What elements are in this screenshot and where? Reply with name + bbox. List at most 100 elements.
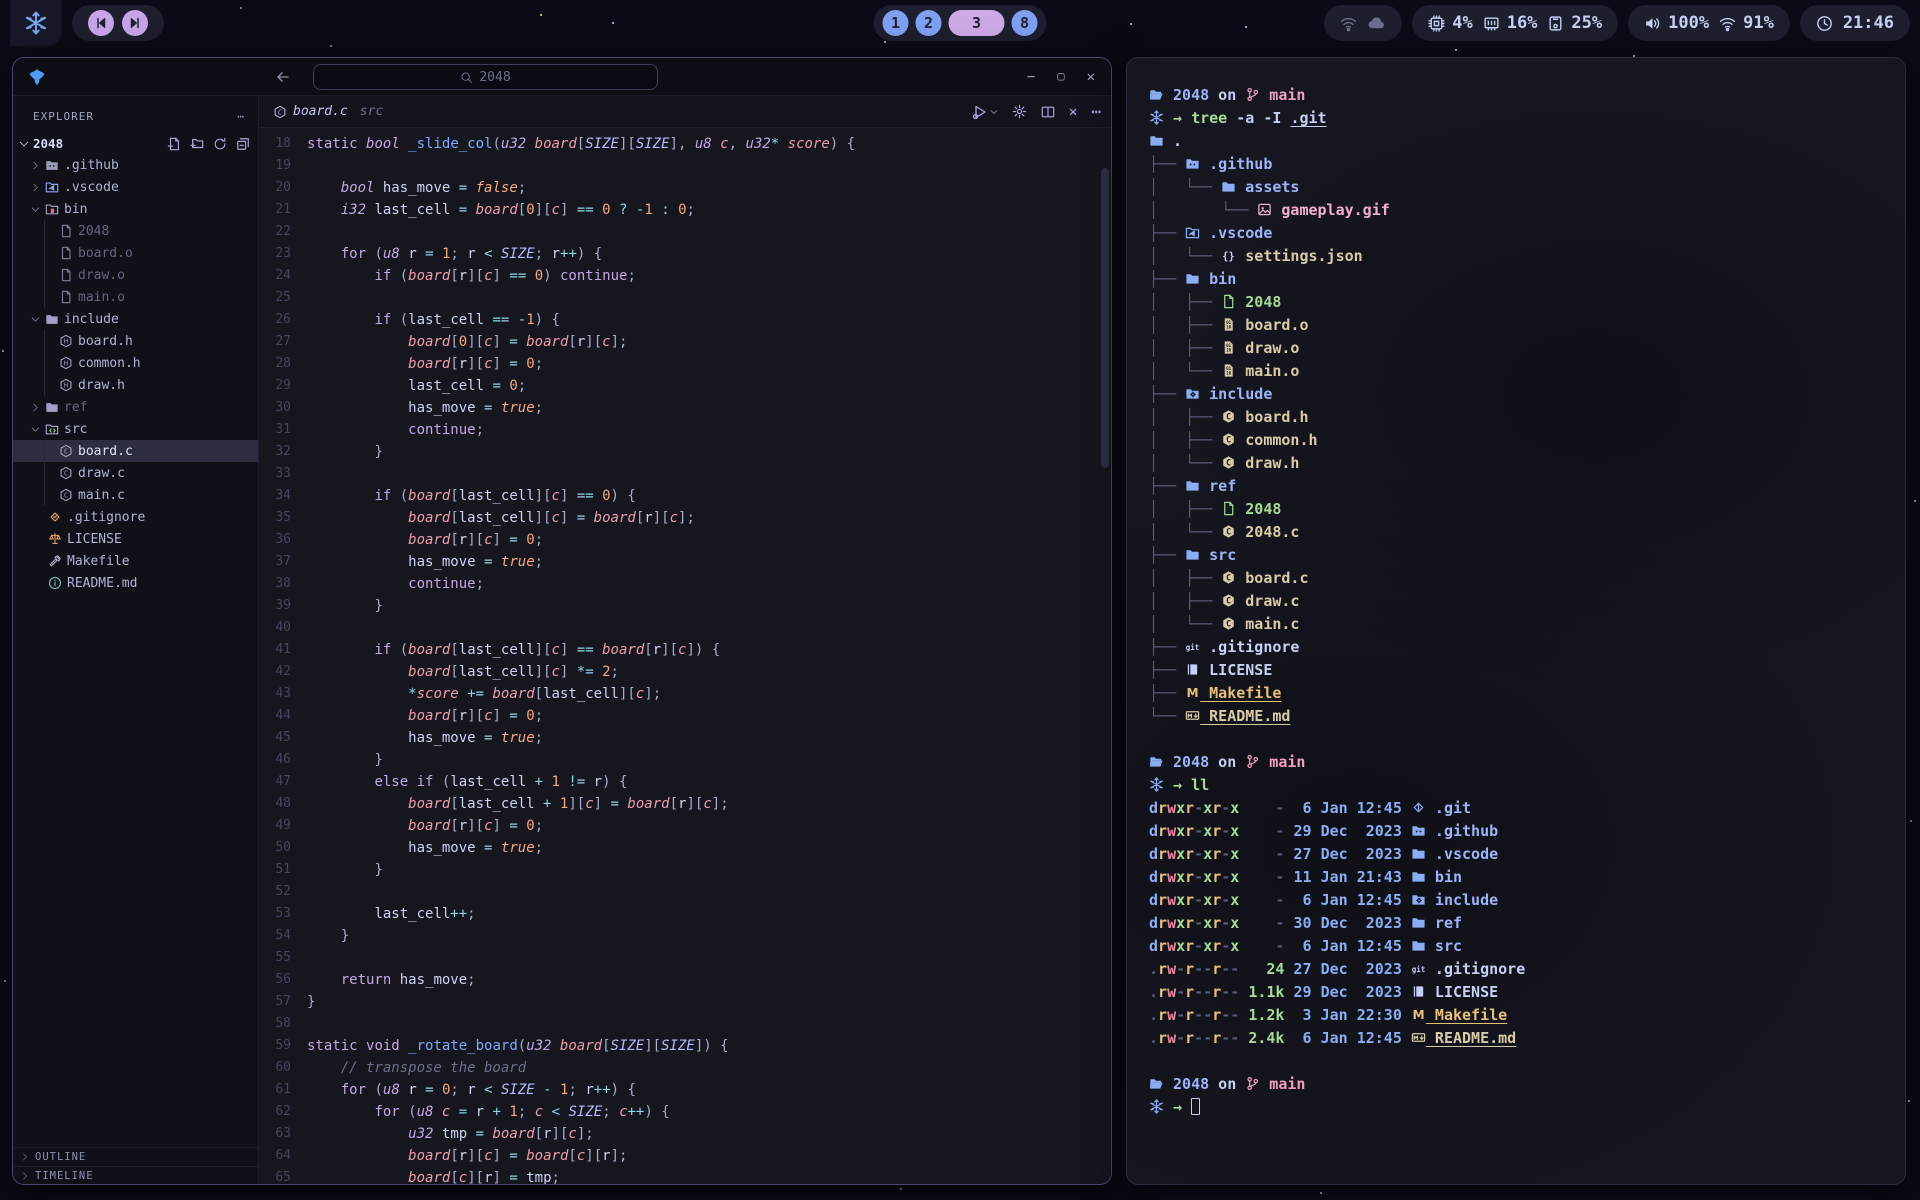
explorer-item-draw-o[interactable]: draw.o [13, 264, 258, 286]
explorer-item-vscode[interactable]: .vscode [13, 176, 258, 198]
code-line-44[interactable]: 44 board[r][c] = 0; [259, 705, 1111, 727]
code-line-52[interactable]: 52 [259, 881, 1111, 903]
editor-more-actions-button[interactable]: ⋯ [1091, 102, 1101, 121]
code-line-28[interactable]: 28 board[r][c] = 0; [259, 353, 1111, 375]
explorer-item-board-h[interactable]: Hboard.h [13, 330, 258, 352]
line-number: 38 [259, 573, 307, 595]
code-line-59[interactable]: 59static void _rotate_board(u32 board[SI… [259, 1035, 1111, 1057]
code-line-63[interactable]: 63 u32 tmp = board[r][c]; [259, 1123, 1111, 1145]
new-folder-button[interactable] [190, 137, 204, 151]
media-prev-button[interactable] [88, 10, 114, 36]
code-line-49[interactable]: 49 board[r][c] = 0; [259, 815, 1111, 837]
code-line-56[interactable]: 56 return has_move; [259, 969, 1111, 991]
code-line-24[interactable]: 24 if (board[r][c] == 0) continue; [259, 265, 1111, 287]
workspace-3-active[interactable]: 3 [949, 10, 1005, 36]
code-line-22[interactable]: 22 [259, 221, 1111, 243]
code-line-60[interactable]: 60 // transpose the board [259, 1057, 1111, 1079]
maximize-button[interactable]: ▢ [1057, 69, 1064, 85]
code-line-40[interactable]: 40 [259, 617, 1111, 639]
sidebar-section-outline[interactable]: OUTLINE [13, 1147, 258, 1166]
code-line-27[interactable]: 27 board[0][c] = board[r][c]; [259, 331, 1111, 353]
code-line-36[interactable]: 36 board[r][c] = 0; [259, 529, 1111, 551]
code-line-32[interactable]: 32 } [259, 441, 1111, 463]
code-line-23[interactable]: 23 for (u8 r = 1; r < SIZE; r++) { [259, 243, 1111, 265]
new-file-button[interactable] [167, 137, 181, 151]
explorer-item-src[interactable]: src [13, 418, 258, 440]
code-line-34[interactable]: 34 if (board[last_cell][c] == 0) { [259, 485, 1111, 507]
code-line-64[interactable]: 64 board[r][c] = board[c][r]; [259, 1145, 1111, 1167]
code-editor[interactable]: 18static bool _slide_col(u32 board[SIZE]… [259, 128, 1111, 1185]
code-line-29[interactable]: 29 last_cell = 0; [259, 375, 1111, 397]
workspace-2[interactable]: 2 [916, 10, 942, 36]
explorer-item-include[interactable]: include [13, 308, 258, 330]
code-line-37[interactable]: 37 has_move = true; [259, 551, 1111, 573]
code-line-26[interactable]: 26 if (last_cell == -1) { [259, 309, 1111, 331]
explorer-item-draw-c[interactable]: Cdraw.c [13, 462, 258, 484]
workspace-1[interactable]: 1 [883, 10, 909, 36]
explorer-item-LICENSE[interactable]: LICENSE [13, 528, 258, 550]
code-line-33[interactable]: 33 [259, 463, 1111, 485]
code-line-31[interactable]: 31 continue; [259, 419, 1111, 441]
sidebar-section-timeline[interactable]: TIMELINE [13, 1166, 258, 1185]
vscode-titlebar[interactable]: 2048 − ▢ ✕ [13, 58, 1111, 96]
code-line-54[interactable]: 54 } [259, 925, 1111, 947]
close-editor-button[interactable]: ✕ [1069, 104, 1077, 120]
minimize-button[interactable]: − [1027, 69, 1035, 85]
explorer-item-Makefile[interactable]: Makefile [13, 550, 258, 572]
code-line-55[interactable]: 55 [259, 947, 1111, 969]
code-line-47[interactable]: 47 else if (last_cell + 1 != r) { [259, 771, 1111, 793]
code-line-38[interactable]: 38 continue; [259, 573, 1111, 595]
split-editor-button[interactable] [1041, 105, 1055, 119]
tray-network-pill[interactable] [1324, 5, 1402, 41]
explorer-item-common-h[interactable]: Hcommon.h [13, 352, 258, 374]
explorer-more-actions-button[interactable]: ⋯ [237, 110, 244, 123]
explorer-item-2048[interactable]: 2048 [13, 220, 258, 242]
explorer-root-folder[interactable]: 2048 [13, 133, 258, 154]
nav-back-button[interactable] [275, 69, 291, 85]
terminal-window[interactable]: 2048 on main → tree -a -I .git .├── .git… [1126, 57, 1906, 1185]
code-line-46[interactable]: 46 } [259, 749, 1111, 771]
tab-board-c[interactable]: C board.c src [273, 104, 383, 119]
code-line-50[interactable]: 50 has_move = true; [259, 837, 1111, 859]
explorer-item-gitignore[interactable]: .gitignore [13, 506, 258, 528]
collapse-all-button[interactable] [236, 137, 250, 151]
command-center-search[interactable]: 2048 [313, 64, 658, 90]
workspace-8[interactable]: 8 [1012, 10, 1038, 36]
code-line-21[interactable]: 21 i32 last_cell = board[0][c] == 0 ? -1… [259, 199, 1111, 221]
explorer-item-board-o[interactable]: board.o [13, 242, 258, 264]
media-next-button[interactable] [122, 10, 148, 36]
run-button[interactable] [972, 104, 998, 120]
code-line-61[interactable]: 61 for (u8 r = 0; r < SIZE - 1; r++) { [259, 1079, 1111, 1101]
code-line-43[interactable]: 43 *score += board[last_cell][c]; [259, 683, 1111, 705]
code-line-30[interactable]: 30 has_move = true; [259, 397, 1111, 419]
code-line-58[interactable]: 58 [259, 1013, 1111, 1035]
explorer-item-bin[interactable]: bin [13, 198, 258, 220]
explorer-item-main-c[interactable]: Cmain.c [13, 484, 258, 506]
explorer-item-README-md[interactable]: README.md [13, 572, 258, 594]
code-line-53[interactable]: 53 last_cell++; [259, 903, 1111, 925]
code-line-35[interactable]: 35 board[last_cell][c] = board[r][c]; [259, 507, 1111, 529]
explorer-item-main-o[interactable]: main.o [13, 286, 258, 308]
close-button[interactable]: ✕ [1087, 69, 1095, 85]
explorer-item-ref[interactable]: ref [13, 396, 258, 418]
explorer-item-draw-h[interactable]: Hdraw.h [13, 374, 258, 396]
code-line-42[interactable]: 42 board[last_cell][c] *= 2; [259, 661, 1111, 683]
code-line-20[interactable]: 20 bool has_move = false; [259, 177, 1111, 199]
code-line-19[interactable]: 19 [259, 155, 1111, 177]
launcher-button[interactable] [10, 0, 62, 46]
refresh-button[interactable] [213, 137, 227, 151]
explorer-item-board-c[interactable]: Cboard.c [13, 440, 258, 462]
code-line-45[interactable]: 45 has_move = true; [259, 727, 1111, 749]
code-line-62[interactable]: 62 for (u8 c = r + 1; c < SIZE; c++) { [259, 1101, 1111, 1123]
editor-scrollbar[interactable] [1101, 128, 1109, 1185]
code-line-25[interactable]: 25 [259, 287, 1111, 309]
code-line-39[interactable]: 39 } [259, 595, 1111, 617]
code-line-65[interactable]: 65 board[c][r] = tmp; [259, 1167, 1111, 1185]
code-line-57[interactable]: 57} [259, 991, 1111, 1013]
code-line-51[interactable]: 51 } [259, 859, 1111, 881]
explorer-item-github[interactable]: .github [13, 154, 258, 176]
code-line-18[interactable]: 18static bool _slide_col(u32 board[SIZE]… [259, 133, 1111, 155]
editor-settings-button[interactable] [1012, 104, 1027, 119]
code-line-48[interactable]: 48 board[last_cell + 1][c] = board[r][c]… [259, 793, 1111, 815]
code-line-41[interactable]: 41 if (board[last_cell][c] == board[r][c… [259, 639, 1111, 661]
